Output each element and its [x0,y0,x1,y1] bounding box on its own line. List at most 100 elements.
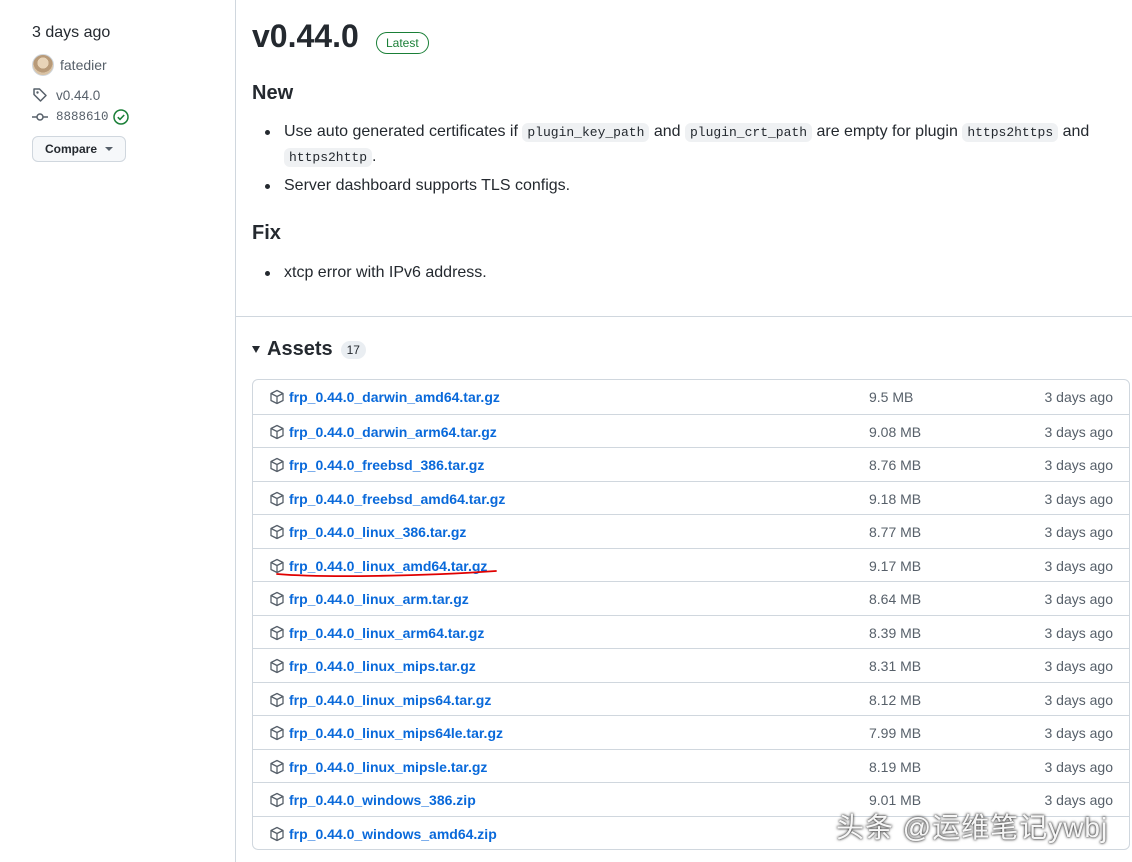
asset-date: 3 days ago [1044,658,1114,674]
list-item: xtcp error with IPv6 address. [252,261,1102,285]
package-icon [270,692,284,707]
package-icon [270,725,284,741]
text-span: and [1058,123,1090,140]
release-sidebar: 3 days ago fatedier v0.44.0 8888610 Comp… [0,0,236,862]
list-item: Use auto generated certificates if plugi… [252,120,1102,170]
package-icon [270,457,284,473]
text-span: are empty for plugin [812,123,963,140]
asset-date: 3 days ago [1044,457,1114,473]
table-row: frp_0.44.0_linux_arm64.tar.gz 8.39 MB 3 da… [253,614,1129,649]
text-span: Use auto generated certificates if [284,123,523,140]
asset-size: 8.39 MB [869,624,922,641]
package-icon [270,625,284,640]
asset-date: 3 days ago [1044,591,1114,607]
asset-date: 3 days ago [1044,524,1114,540]
latest-badge: Latest [376,32,429,54]
table-row: frp_0.44.0_linux_arm.tar.gz 8.64 MB 3 days… [253,581,1129,615]
asset-link[interactable]: frp_0.44.0_windows_amd64.zip [289,826,497,842]
asset-size: 8.76 MB [869,457,922,473]
package-icon [270,424,284,439]
release-main: v0.44.0 Latest New Use auto generated ce… [236,0,1132,862]
asset-size: 7.99 MB [869,725,922,741]
table-row: frp_0.44.0_linux_386.tar.gz 8.77 MB 3 days… [253,514,1129,548]
author-name[interactable]: fatedier [60,57,107,73]
table-row: frp_0.44.0_linux_mips.tar.gz 8.31 MB 3 day… [253,648,1129,682]
commit-row[interactable]: 8888610 [32,109,129,125]
author-row[interactable]: fatedier [32,54,107,76]
asset-size: 8.64 MB [869,591,922,607]
asset-link[interactable]: frp_0.44.0_linux_mips64.tar.gz [289,692,491,708]
tag-row[interactable]: v0.44.0 [32,87,100,103]
package-icon [270,491,284,506]
package-icon [270,558,284,573]
avatar[interactable] [32,54,54,76]
release-title[interactable]: v0.44.0 [252,18,359,55]
tag-icon [33,88,47,102]
table-row: frp_0.44.0_darwin_amd64.tar.gz 9.5 MB 3 da… [253,380,1129,414]
inline-code: https2https [962,123,1059,142]
triangle-down-icon [252,346,260,353]
compare-label: Compare [44,142,97,156]
table-row: frp_0.44.0_linux_mips64le.tar.gz 7.99 MB 3… [253,715,1129,749]
chevron-down-icon [105,147,113,151]
new-list: Use auto generated certificates if plugi… [252,120,1102,198]
assets-toggle[interactable]: Assets 17 [252,338,366,361]
asset-size: 8.19 MB [869,758,922,775]
asset-link[interactable]: frp_0.44.0_windows_386.zip [289,792,476,808]
inline-code: plugin_key_path [522,123,650,142]
asset-date: 3 days ago [1044,758,1114,775]
asset-date: 3 days ago [1044,557,1114,574]
package-icon [270,658,284,674]
asset-size: 9.5 MB [869,389,914,405]
inline-code: plugin_crt_path [684,123,813,142]
watermark: 头条 @运维笔记ywbj [836,812,1109,843]
asset-date: 3 days ago [1044,389,1114,405]
asset-link[interactable]: frp_0.44.0_freebsd_386.tar.gz [289,457,484,473]
asset-link[interactable]: frp_0.44.0_linux_mipsle.tar.gz [289,759,487,775]
table-row: frp_0.44.0_linux_mipsle.tar.gz 8.19 MB 3 d… [253,748,1129,783]
asset-date: 3 days ago [1044,624,1114,641]
asset-size: 9.17 MB [869,557,922,574]
asset-size: 9.18 MB [869,490,922,507]
assets-heading: Assets [267,338,333,360]
package-icon [270,759,284,774]
asset-link[interactable]: frp_0.44.0_linux_mips64le.tar.gz [289,725,503,741]
compare-button[interactable]: Compare [32,136,126,162]
inline-code: https2http [284,148,373,167]
asset-date: 3 days ago [1044,423,1114,440]
asset-link[interactable]: frp_0.44.0_linux_mips.tar.gz [289,658,476,674]
asset-link[interactable]: frp_0.44.0_linux_amd64.tar.gz [289,558,487,574]
asset-date: 3 days ago [1044,490,1114,507]
commit-icon [32,113,48,121]
list-item: Server dashboard supports TLS configs. [252,174,1102,198]
text-span: and [649,123,685,140]
package-icon [270,524,284,540]
asset-link[interactable]: frp_0.44.0_darwin_arm64.tar.gz [289,424,497,440]
package-icon [270,591,284,607]
release-date: 3 days ago [32,24,111,41]
asset-date: 3 days ago [1044,691,1114,708]
commit-sha[interactable]: 8888610 [56,110,109,124]
package-icon [270,826,284,841]
asset-size: 8.12 MB [869,691,922,708]
asset-link[interactable]: frp_0.44.0_linux_arm.tar.gz [289,591,469,607]
verified-check-icon[interactable] [112,109,129,125]
divider [236,316,1132,317]
table-row: frp_0.44.0_darwin_arm64.tar.gz 9.08 MB 3 d… [253,413,1129,448]
tag-label[interactable]: v0.44.0 [56,88,100,103]
package-icon [270,389,284,405]
assets-table: frp_0.44.0_darwin_amd64.tar.gz 9.5 MB 3 da… [252,379,1130,850]
asset-link[interactable]: frp_0.44.0_freebsd_amd64.tar.gz [289,491,505,507]
new-heading: New [252,82,294,104]
fix-heading: Fix [252,222,281,244]
table-row: frp_0.44.0_freebsd_amd64.tar.gz 9.18 MB 3 … [253,480,1129,515]
asset-link[interactable]: frp_0.44.0_darwin_amd64.tar.gz [289,389,500,405]
fix-list: xtcp error with IPv6 address. [252,261,1102,285]
asset-link[interactable]: frp_0.44.0_linux_386.tar.gz [289,524,466,540]
package-icon [270,792,284,808]
table-row: frp_0.44.0_linux_mips64.tar.gz 8.12 MB 3 d… [253,681,1129,716]
table-row: frp_0.44.0_freebsd_386.tar.gz 8.76 MB 3 da… [253,447,1129,481]
asset-link[interactable]: frp_0.44.0_linux_arm64.tar.gz [289,625,484,641]
table-row: frp_0.44.0_linux_amd64.tar.gz 9.17 MB 3 da… [253,547,1129,582]
asset-size: 8.77 MB [869,524,922,540]
